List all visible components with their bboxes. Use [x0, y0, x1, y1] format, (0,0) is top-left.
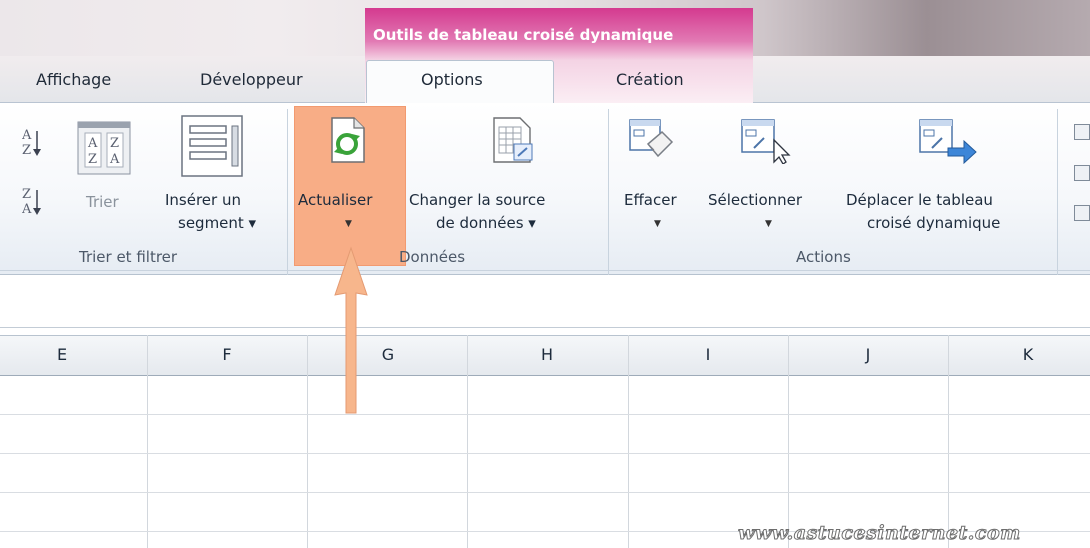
pointer-arrow	[334, 246, 368, 414]
watermark-text: www.astucesinternet.com	[738, 522, 1021, 545]
